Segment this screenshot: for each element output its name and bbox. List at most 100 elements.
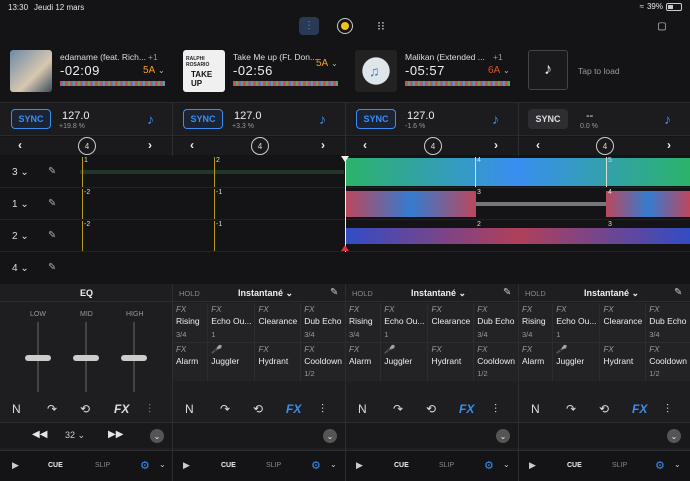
deck-3-header[interactable]: ♫ Malikan (Extended ... +1 -05:57 6A ⌄ — [355, 46, 515, 96]
lane-4-deck[interactable]: 4 ⌄ — [12, 263, 29, 274]
fx-cell[interactable]: FX Rising 3/4 — [173, 303, 208, 342]
eq-mid-fader[interactable] — [73, 355, 99, 361]
fx-cell[interactable]: FX Dub Echo 3/4 — [646, 303, 690, 342]
jump-size[interactable]: 32 ⌄ — [65, 430, 85, 441]
waveform-lanes[interactable]: 3 ⌄ ✎ 1 2 4 5 1 ⌄ ✎ -2 -1 3 4 2 ⌄ ✎ -2 -… — [0, 156, 690, 284]
music-note-icon[interactable]: ♪ — [528, 50, 568, 90]
fx-cell[interactable]: FX Alarm — [519, 342, 553, 381]
fx-cell[interactable]: 🎤 Juggler — [553, 342, 600, 381]
fx-cell[interactable]: FX Rising 3/4 — [519, 303, 553, 342]
lane-4[interactable]: 4 ⌄ ✎ — [0, 252, 690, 284]
pencil-icon[interactable]: ✎ — [48, 262, 56, 273]
loop-icon[interactable]: ⟲ — [426, 402, 436, 416]
fx-cell[interactable]: FX Alarm — [346, 342, 381, 381]
fx-button[interactable]: FX — [459, 402, 474, 416]
chevron-left-icon[interactable]: ‹ — [190, 138, 194, 152]
mixer-icon[interactable]: ⫶ — [666, 402, 669, 417]
deck-4-key-lock-icon[interactable]: ♪ — [664, 111, 671, 127]
hold-button[interactable]: HOLD — [525, 289, 546, 298]
cue-button[interactable]: CUE — [394, 462, 409, 469]
deck-2-sync-button[interactable]: SYNC — [183, 109, 223, 129]
chevron-down-icon[interactable]: ⌄ — [667, 429, 681, 443]
fx-cell[interactable]: FX Cooldown 1/2 — [646, 342, 690, 381]
slip-button[interactable]: SLIP — [439, 462, 454, 469]
lane-2-deck[interactable]: 1 ⌄ — [12, 199, 29, 210]
fx-cell[interactable]: FX Hydrant — [600, 342, 646, 381]
fx-button[interactable]: FX — [632, 402, 647, 416]
deck-4-bpm[interactable]: -- — [586, 110, 593, 122]
play-icon[interactable]: ▶ — [183, 460, 190, 471]
deck-1-overview-waveform[interactable] — [60, 81, 165, 86]
chevron-down-icon[interactable]: ⌄ — [330, 460, 337, 469]
eq-high-fader[interactable] — [121, 355, 147, 361]
loop-icon[interactable]: ⟲ — [253, 402, 263, 416]
neural-mix-icon[interactable]: N — [12, 402, 21, 416]
neural-mix-icon[interactable]: N — [531, 402, 540, 416]
deck-2-key[interactable]: 5A — [316, 58, 328, 69]
deck-3-loop-button[interactable]: 4 — [424, 137, 442, 155]
mixer-icon[interactable]: ⫶ — [494, 402, 497, 417]
chevron-down-icon[interactable]: ⌄ — [496, 429, 510, 443]
slip-button[interactable]: SLIP — [612, 462, 627, 469]
deck-2-overview-waveform[interactable] — [233, 81, 338, 86]
lane-1-deck[interactable]: 3 ⌄ — [12, 167, 29, 178]
deck-3-key-lock-icon[interactable]: ♪ — [492, 111, 499, 127]
pencil-icon[interactable]: ✎ — [674, 287, 682, 298]
loop-icon[interactable]: ⟲ — [599, 402, 609, 416]
pencil-icon[interactable]: ✎ — [503, 287, 511, 298]
deck-1-bpm[interactable]: 127.0 — [62, 110, 90, 122]
play-icon[interactable]: ▶ — [529, 460, 536, 471]
record-icon[interactable] — [335, 17, 355, 35]
chevron-left-icon[interactable]: ‹ — [363, 138, 367, 152]
gear-icon[interactable]: ⚙ — [311, 459, 321, 472]
deck-2-bpm[interactable]: 127.0 — [234, 110, 262, 122]
play-icon[interactable]: ▶ — [356, 460, 363, 471]
snapshot-select[interactable]: Instantané ⌄ — [584, 288, 639, 299]
pencil-icon[interactable]: ✎ — [48, 198, 56, 209]
fast-forward-icon[interactable]: ▶▶ — [108, 429, 123, 440]
deck-3-overview-waveform[interactable] — [405, 81, 510, 86]
neural-mix-icon[interactable]: N — [358, 402, 367, 416]
deck-2-loop-button[interactable]: 4 — [251, 137, 269, 155]
eq-low-fader[interactable] — [25, 355, 51, 361]
deck-2-key-lock-icon[interactable]: ♪ — [319, 111, 326, 127]
fx-cell[interactable]: FX Echo Ou... 1 — [381, 303, 428, 342]
chevron-down-icon[interactable]: ⌄ — [323, 429, 337, 443]
slip-button[interactable]: SLIP — [266, 462, 281, 469]
fx-cell[interactable]: FX Dub Echo 3/4 — [301, 303, 345, 342]
fx-cell[interactable]: FX Echo Ou... 1 — [553, 303, 600, 342]
window-icon[interactable]: ▢ — [652, 17, 672, 35]
fx-cell[interactable]: FX Dub Echo 3/4 — [474, 303, 518, 342]
pencil-icon[interactable]: ✎ — [48, 230, 56, 241]
fx-cell[interactable]: 🎤 Juggler — [381, 342, 428, 381]
neural-mix-icon[interactable]: N — [185, 402, 194, 416]
chevron-left-icon[interactable]: ‹ — [536, 138, 540, 152]
rewind-icon[interactable]: ◀◀ — [32, 429, 47, 440]
snapshot-select[interactable]: Instantané ⌄ — [411, 288, 466, 299]
fx-cell[interactable]: FX Clearance — [255, 303, 301, 342]
deck-4-loop-button[interactable]: 4 — [596, 137, 614, 155]
chevron-right-icon[interactable]: › — [148, 138, 152, 152]
chevron-right-icon[interactable]: › — [494, 138, 498, 152]
deck-1-key[interactable]: 5A — [143, 65, 155, 76]
fx-cell[interactable]: FX Cooldown 1/2 — [301, 342, 345, 381]
hold-button[interactable]: HOLD — [352, 289, 373, 298]
deck-4-header[interactable]: ♪ Tap to load — [528, 46, 678, 96]
fx-cell[interactable]: FX Rising 3/4 — [346, 303, 381, 342]
play-icon[interactable]: ▶ — [12, 460, 19, 471]
mixer-icon[interactable]: ⫶ — [299, 17, 319, 35]
deck-4-sync-button[interactable]: SYNC — [528, 109, 568, 129]
redo-icon[interactable]: ↷ — [220, 402, 230, 416]
redo-icon[interactable]: ↷ — [393, 402, 403, 416]
redo-icon[interactable]: ↷ — [566, 402, 576, 416]
fx-cell[interactable]: FX Echo Ou... 1 — [208, 303, 255, 342]
fx-cell[interactable]: FX Cooldown 1/2 — [474, 342, 518, 381]
gear-icon[interactable]: ⚙ — [484, 459, 494, 472]
deck-1-loop-button[interactable]: 4 — [78, 137, 96, 155]
fx-cell[interactable]: FX Alarm — [173, 342, 208, 381]
pencil-icon[interactable]: ✎ — [48, 166, 56, 177]
deck-3-sync-button[interactable]: SYNC — [356, 109, 396, 129]
lane-3-deck[interactable]: 2 ⌄ — [12, 231, 29, 242]
fx-cell[interactable]: FX Clearance — [600, 303, 646, 342]
deck-1-sync-button[interactable]: SYNC — [11, 109, 51, 129]
